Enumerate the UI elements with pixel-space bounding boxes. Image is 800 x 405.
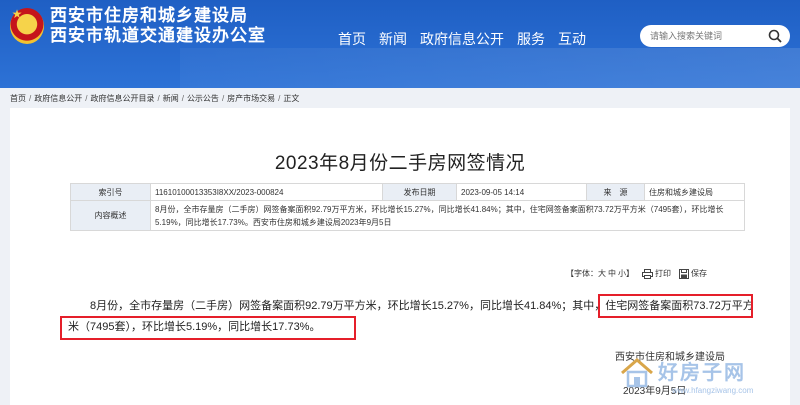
- info-row: 内容概述 8月份，全市存量房（二手房）网签备案面积92.79万平方米，环比增长1…: [70, 200, 745, 231]
- nav-gov-info[interactable]: 政府信息公开: [420, 30, 504, 48]
- watermark-url: www.hfangziwang.com: [672, 386, 754, 395]
- breadcrumb-housing-market[interactable]: 房产市场交易: [227, 93, 275, 104]
- search-box: [640, 25, 790, 47]
- breadcrumb-home[interactable]: 首页: [10, 93, 26, 104]
- nav-home[interactable]: 首页: [338, 30, 366, 48]
- emblem-star-icon: ★: [11, 7, 23, 21]
- breadcrumb-separator: /: [278, 93, 281, 103]
- index-label: 索引号: [70, 183, 151, 201]
- breadcrumb-news[interactable]: 新闻: [163, 93, 179, 104]
- source-value: 住房和城乡建设局: [644, 183, 745, 201]
- font-size-bracket: 】: [626, 269, 634, 278]
- breadcrumb-separator: /: [157, 93, 160, 103]
- article-tools: 【字体： 大 中 小 】 打印 保存: [566, 268, 707, 279]
- breadcrumb-current: 正文: [283, 93, 300, 103]
- save-button[interactable]: 保存: [679, 268, 707, 279]
- date-label: 发布日期: [382, 183, 457, 201]
- source-label: 来 源: [586, 183, 645, 201]
- summary-label: 内容概述: [70, 200, 151, 231]
- body-text-part1: 8月份，全市存量房（二手房）网签备案面积92.79万平方米，环比增长15.27%…: [90, 300, 606, 312]
- nav-service[interactable]: 服务: [517, 30, 545, 48]
- site-name-line1: 西安市住房和城乡建设局: [50, 6, 248, 25]
- print-button[interactable]: 打印: [642, 268, 671, 279]
- info-row: 索引号 11610100013353I8XX/2023-000824 发布日期 …: [70, 183, 745, 201]
- main-nav: 首页 新闻 政府信息公开 服务 互动: [338, 30, 586, 48]
- house-logo-icon: [621, 358, 653, 388]
- font-size-label: 【字体：: [566, 269, 598, 278]
- info-table: 索引号 11610100013353I8XX/2023-000824 发布日期 …: [70, 183, 745, 231]
- printer-icon: [642, 268, 653, 279]
- breadcrumb-separator: /: [181, 93, 184, 103]
- site-name[interactable]: 西安市住房和城乡建设局 西安市轨道交通建设办公室: [50, 6, 266, 46]
- save-label: 保存: [691, 269, 707, 278]
- highlight-box-bottom: [60, 316, 356, 340]
- watermark-title: 好房子网: [658, 360, 746, 384]
- breadcrumb-gov-info[interactable]: 政府信息公开: [34, 93, 82, 104]
- font-medium-button[interactable]: 中: [608, 268, 616, 279]
- watermark: 好房子网 www.hfangziwang.com: [620, 352, 796, 402]
- date-value: 2023-09-05 14:14: [456, 183, 587, 201]
- breadcrumb-separator: /: [29, 93, 32, 103]
- nav-interaction[interactable]: 互动: [558, 30, 586, 48]
- breadcrumb: 首页 / 政府信息公开 / 政府信息公开目录 / 新闻 / 公示公告 / 房产市…: [10, 92, 299, 104]
- highlight-box-top: [598, 294, 753, 318]
- article-title: 2023年8月份二手房网签情况: [274, 153, 526, 174]
- index-value: 11610100013353I8XX/2023-000824: [150, 183, 383, 201]
- site-name-line2: 西安市轨道交通建设办公室: [50, 26, 266, 45]
- site-header: ★ 西安市住房和城乡建设局 西安市轨道交通建设办公室 首页 新闻 政府信息公开 …: [0, 0, 800, 88]
- summary-value: 8月份，全市存量房（二手房）网签备案面积92.79万平方米，环比增长15.27%…: [150, 200, 745, 231]
- print-label: 打印: [655, 269, 671, 278]
- save-icon: [679, 268, 689, 279]
- search-input[interactable]: [650, 28, 760, 44]
- breadcrumb-gov-info-catalog[interactable]: 政府信息公开目录: [90, 93, 154, 104]
- breadcrumb-separator: /: [221, 93, 225, 103]
- font-small-button[interactable]: 小: [618, 268, 626, 279]
- font-large-button[interactable]: 大: [598, 268, 606, 279]
- breadcrumb-announcements[interactable]: 公示公告: [187, 93, 219, 104]
- search-icon[interactable]: [768, 29, 782, 43]
- breadcrumb-separator: /: [85, 93, 88, 103]
- nav-news[interactable]: 新闻: [379, 30, 407, 48]
